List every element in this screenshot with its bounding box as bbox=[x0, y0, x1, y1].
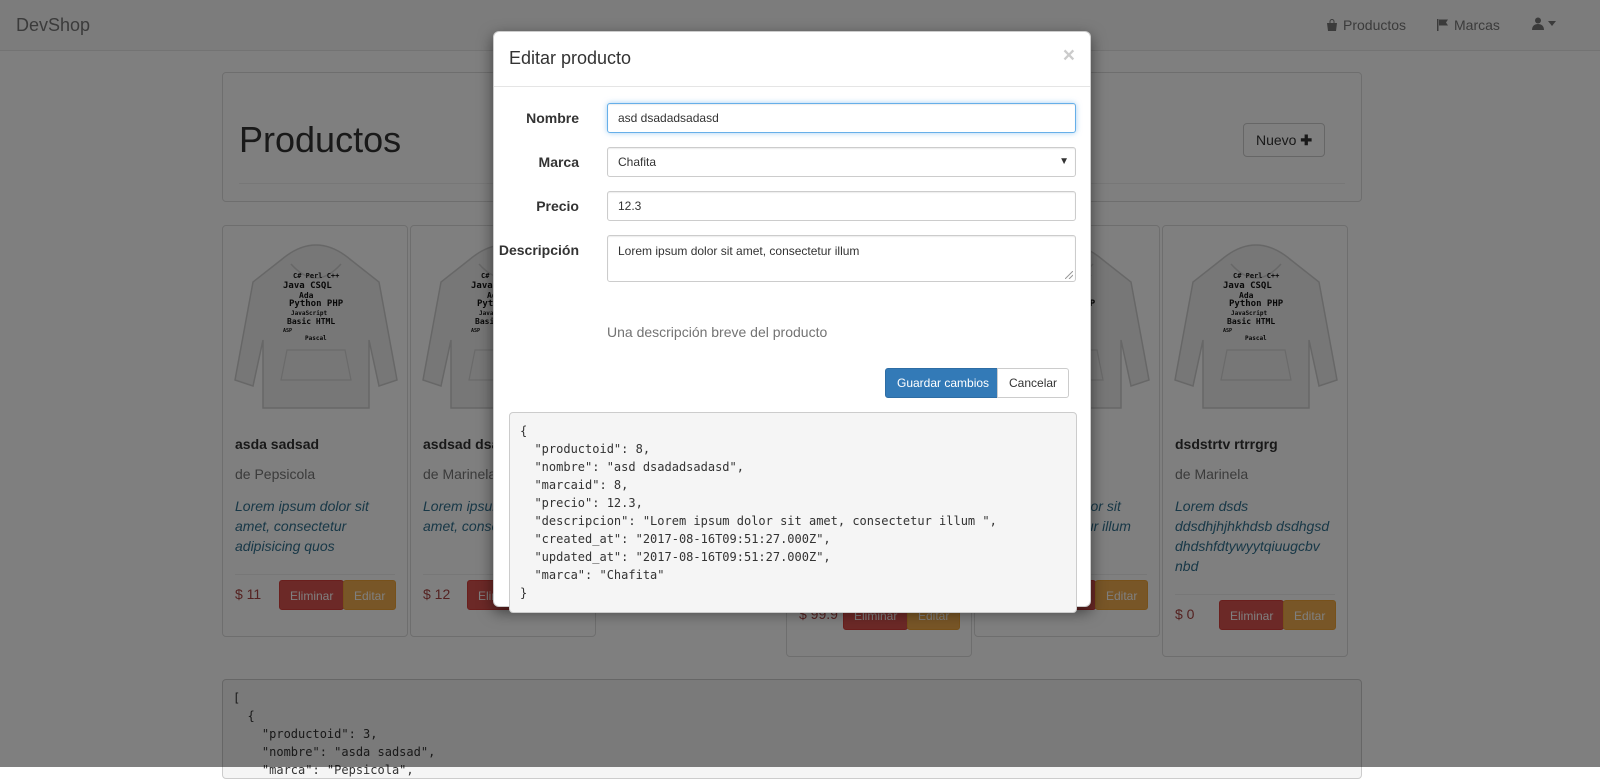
cancel-button[interactable]: Cancelar bbox=[997, 368, 1070, 398]
modal-title: Editar producto bbox=[509, 48, 632, 68]
brand-select[interactable]: Chafita ▼ bbox=[607, 147, 1076, 177]
edit-product-modal: Editar producto × Nombre asd dsadadsadas… bbox=[493, 31, 1091, 613]
resize-grip-icon[interactable] bbox=[1065, 271, 1073, 279]
price-label: Precio bbox=[536, 198, 579, 214]
product-json-panel: { "productoid": 8, "nombre": "asd dsadad… bbox=[509, 412, 1077, 613]
brand-select-value: Chafita bbox=[618, 155, 657, 169]
close-icon[interactable]: × bbox=[1063, 45, 1075, 66]
description-textarea[interactable]: Lorem ipsum dolor sit amet, consectetur … bbox=[607, 235, 1076, 282]
description-textarea-value: Lorem ipsum dolor sit amet, consectetur … bbox=[618, 244, 860, 258]
brand-label: Marca bbox=[538, 154, 579, 170]
description-label: Descripción bbox=[498, 242, 579, 258]
name-input[interactable]: asd dsadadsadasd bbox=[607, 103, 1076, 133]
save-changes-button[interactable]: Guardar cambios bbox=[885, 368, 1002, 398]
product-json: { "productoid": 8, "nombre": "asd dsadad… bbox=[520, 424, 997, 600]
name-label: Nombre bbox=[526, 110, 579, 126]
description-help-text: Una descripción breve del producto bbox=[607, 324, 828, 340]
price-input[interactable]: 12.3 bbox=[607, 191, 1076, 221]
chevron-down-icon: ▼ bbox=[1059, 156, 1069, 167]
modal-header: Editar producto × bbox=[494, 32, 1090, 87]
